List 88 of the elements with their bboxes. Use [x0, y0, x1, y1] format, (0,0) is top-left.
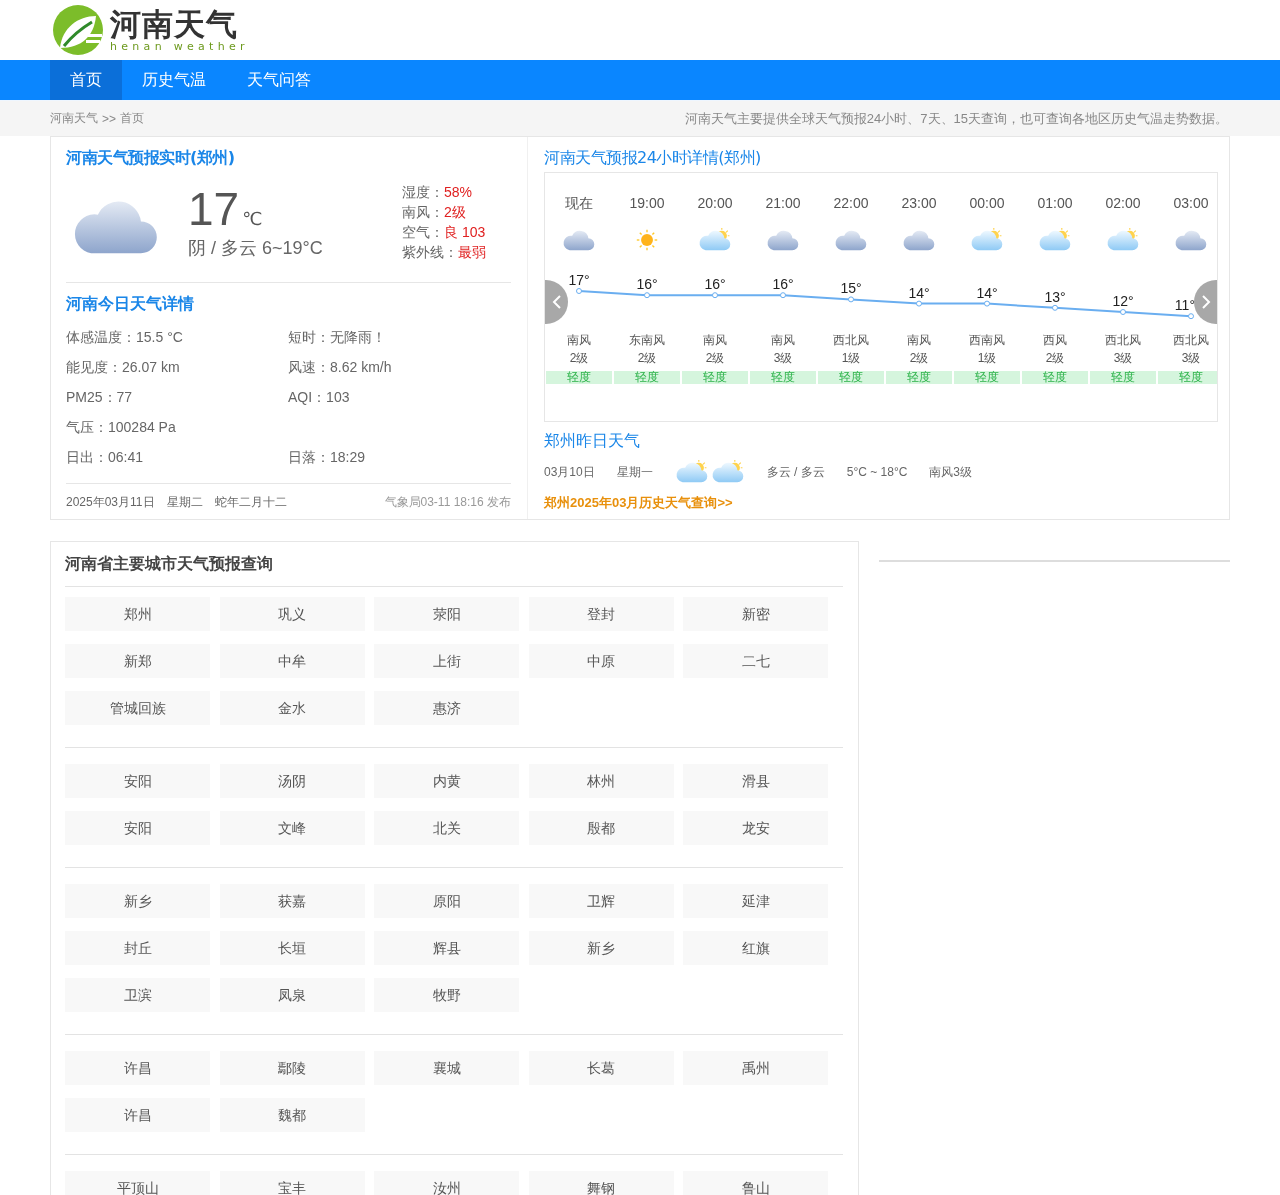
- hour-label: 03:00: [1172, 194, 1210, 213]
- weather-summary: 阴 / 多云 6~19°C: [188, 236, 324, 260]
- wind-direction: 西北风: [832, 332, 870, 349]
- site-notice: 河南天气主要提供全球天气预报24小时、7天、15天查询，也可查询各地区历史气温走势数据。: [684, 109, 1228, 128]
- wind-level: 2级: [908, 350, 930, 367]
- wind-level: 1级: [840, 350, 862, 367]
- air-quality-badge: 轻度: [750, 371, 816, 384]
- wind-level: 3级: [1180, 350, 1202, 367]
- panel-title: 河南天气预报24小时详情(郑州): [544, 147, 762, 169]
- air-quality-badge: 轻度: [1090, 371, 1156, 384]
- air-quality-badge: 轻度: [1158, 371, 1217, 384]
- detail-text: 能见度：26.07 km: [66, 359, 181, 377]
- detail-text: 气压：100284 Pa: [66, 419, 177, 437]
- panel-title: 河南天气预报实时(郑州): [66, 147, 236, 169]
- stat-value: 最弱: [458, 243, 486, 260]
- current-temperature: 17: [188, 183, 240, 234]
- air-quality-badge: 轻度: [614, 371, 680, 384]
- logo-title: 河南天气: [110, 7, 239, 41]
- detail-text: 日出：06:41: [66, 449, 145, 467]
- hour-label: 22:00: [832, 194, 870, 213]
- section-title: 郑州昨日天气: [544, 430, 641, 452]
- wind-level: 2级: [636, 350, 658, 367]
- wind-direction: 西风: [1042, 332, 1068, 349]
- stat-label: 空气：: [402, 223, 444, 240]
- stat-value: 58%: [444, 183, 473, 200]
- temperature-label: 12°: [1112, 293, 1134, 309]
- detail-text: 日落：18:29: [288, 449, 367, 467]
- wind-direction: 西北风: [1172, 332, 1210, 349]
- detail-text: AQI：103: [288, 389, 351, 407]
- temperature-unit: ℃: [242, 207, 263, 230]
- stat-value: 2级: [444, 203, 466, 220]
- date-text: 2025年03月11日: [66, 494, 155, 511]
- logo-subtitle: henan weather: [110, 41, 249, 53]
- section-title: 河南省主要城市天气预报查询: [65, 542, 843, 587]
- date-text: 星期二: [166, 494, 203, 511]
- temperature-label: 16°: [636, 276, 658, 293]
- detail-text: PM25：77: [66, 389, 134, 407]
- air-quality-badge: 轻度: [886, 371, 952, 384]
- wind-direction: 西南风: [968, 332, 1006, 349]
- weekday-text: 星期一: [616, 463, 653, 481]
- wind-level: 3级: [1112, 350, 1134, 367]
- weather-text: 多云 / 多云: [766, 463, 825, 481]
- temperature-label: 14°: [976, 284, 998, 301]
- air-quality-badge: 轻度: [1022, 371, 1088, 384]
- wind-level: 2级: [568, 350, 590, 367]
- detail-text: 体感温度：15.5 °C: [66, 329, 184, 347]
- wind-level: 3级: [772, 350, 794, 367]
- breadcrumb-separator: >>: [102, 111, 116, 126]
- temperature-label: 11°: [1174, 297, 1195, 314]
- wind-level: 1级: [976, 350, 998, 367]
- publish-text: 气象局03-11 18:16 发布: [384, 494, 511, 511]
- hour-label: 23:00: [900, 194, 938, 213]
- stat-label: 湿度：: [402, 183, 444, 200]
- section-title: 河南今日天气详情: [66, 293, 195, 315]
- air-quality-badge: 轻度: [818, 371, 884, 384]
- temperature-range: 5°C ~ 18°C: [846, 465, 908, 479]
- wind-direction: 南风: [566, 332, 592, 349]
- air-quality-badge: 轻度: [954, 371, 1020, 384]
- hour-label: 00:00: [968, 194, 1006, 213]
- hour-label: 02:00: [1104, 194, 1142, 213]
- stat-value: 良 103: [444, 223, 486, 240]
- detail-text: 短时：无降雨！: [288, 329, 387, 347]
- wind-direction: 南风: [770, 332, 796, 349]
- temperature-label: 13°: [1044, 288, 1066, 305]
- wind-direction: 南风: [906, 332, 932, 349]
- temperature-label: 14°: [908, 284, 930, 301]
- stat-label: 南风：: [402, 203, 444, 220]
- hour-label: 19:00: [628, 194, 666, 213]
- temperature-label: 16°: [704, 276, 726, 293]
- hour-label: 现在: [564, 194, 594, 213]
- wind-text: 南风3级: [929, 463, 973, 481]
- wind-level: 2级: [704, 350, 726, 367]
- air-quality-badge: 轻度: [682, 371, 748, 384]
- temperature-label: 16°: [772, 276, 794, 293]
- date-text: 03月10日: [544, 463, 595, 481]
- hour-label: 21:00: [764, 194, 802, 213]
- air-quality-badge: 轻度: [546, 371, 612, 384]
- temperature-label: 17°: [568, 272, 590, 288]
- detail-text: 风速：8.62 km/h: [288, 359, 393, 377]
- temperature-label: 15°: [840, 280, 862, 297]
- hour-label: 20:00: [696, 194, 734, 213]
- date-text: 蛇年二月十二: [214, 494, 287, 511]
- wind-direction: 东南风: [628, 332, 666, 349]
- stat-label: 紫外线：: [402, 243, 458, 260]
- wind-level: 2级: [1044, 350, 1066, 367]
- hour-label: 01:00: [1036, 194, 1074, 213]
- wind-direction: 西北风: [1104, 332, 1142, 349]
- wind-direction: 南风: [702, 332, 728, 349]
